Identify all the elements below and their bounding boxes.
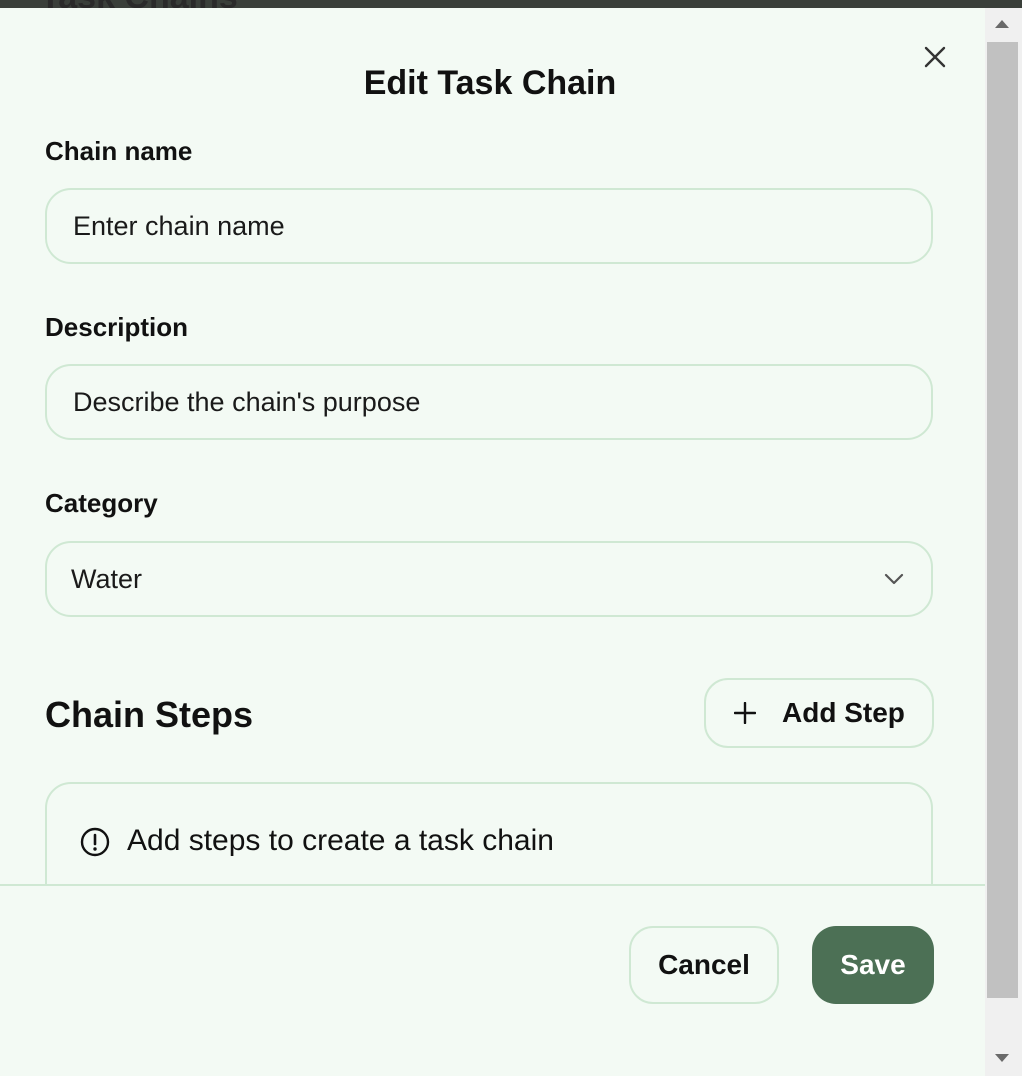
modal-title: Edit Task Chain xyxy=(363,64,617,102)
chain-steps-heading: Chain Steps xyxy=(45,694,254,735)
chevron-down-icon xyxy=(883,567,907,591)
scroll-down-arrow-icon[interactable] xyxy=(995,1054,1009,1062)
close-icon xyxy=(924,46,946,68)
category-label: Category xyxy=(45,488,158,518)
add-step-button[interactable]: Add Step xyxy=(704,678,934,748)
empty-state-message: Add steps to create a task chain xyxy=(127,824,554,857)
description-label: Description xyxy=(45,312,189,342)
chain-name-input[interactable] xyxy=(71,209,907,243)
cancel-button[interactable]: Cancel xyxy=(629,926,779,1004)
plus-icon xyxy=(734,702,756,724)
close-button[interactable] xyxy=(918,40,952,74)
modal-footer: Cancel Save xyxy=(0,884,985,1076)
alert-circle-icon xyxy=(79,826,111,858)
category-select[interactable]: Water xyxy=(45,541,933,617)
description-field[interactable] xyxy=(45,364,933,440)
scrollbar-thumb[interactable] xyxy=(987,42,1018,998)
description-input[interactable] xyxy=(71,385,907,419)
chain-name-label: Chain name xyxy=(45,136,193,166)
category-selected-value: Water xyxy=(71,563,143,594)
vertical-scrollbar[interactable] xyxy=(985,8,1022,1076)
edit-task-chain-modal: Edit Task Chain Chain name Description C… xyxy=(0,8,985,1076)
add-step-label: Add Step xyxy=(782,697,905,728)
chain-name-field[interactable] xyxy=(45,188,933,264)
save-button[interactable]: Save xyxy=(812,926,934,1004)
scroll-up-arrow-icon[interactable] xyxy=(995,20,1009,28)
